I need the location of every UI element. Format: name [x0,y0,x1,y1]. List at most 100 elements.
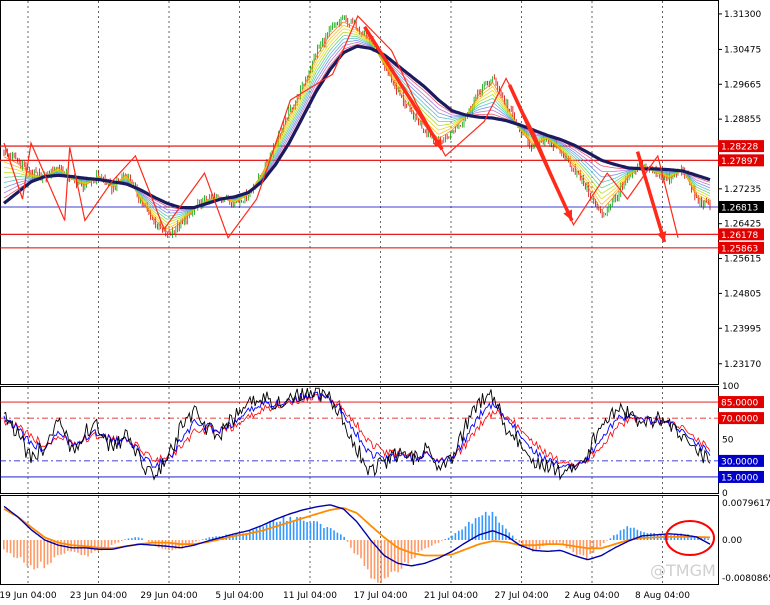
x-axis-labels: 19 Jun 04:00 23 Jun 04:00 29 Jun 04:00 5 Ju… [0,591,690,601]
macd-bar [306,521,308,540]
x-tick-label: 29 Jun 04:00 [140,591,197,601]
x-tick-label: 21 Jul 04:00 [424,591,478,601]
macd-bar [559,540,561,543]
macd-bar [555,540,558,544]
price-tag-label: 30.0000 [721,457,758,467]
macd-bar [259,526,261,540]
macd-bar [124,539,126,540]
macd-bar [626,526,629,540]
price-pane[interactable] [0,0,719,385]
macd-bar [471,523,474,540]
macd-bar [114,540,116,544]
macd-bar [444,539,447,540]
watermark: @TMGM [650,561,716,580]
macd-bar [484,511,487,540]
macd-bar [464,526,467,540]
macd-bar [147,540,150,542]
macd-bar [302,520,305,540]
macd-bar [414,540,416,558]
macd-bar [339,534,342,540]
macd-bar [461,529,463,540]
macd-bar [346,540,349,542]
macd-bar [478,517,480,540]
macd-bar [356,540,359,555]
macd-bar [528,540,531,549]
macd-bar [235,533,238,540]
macd-bar [629,527,632,540]
macd-bar [67,540,69,551]
macd-bar [329,528,332,540]
macd-bar [707,538,709,540]
y-tick-label: 1.27235 [724,185,761,195]
macd-bar [289,516,292,540]
macd-bar [292,520,295,540]
macd-bar [434,540,436,544]
macd-bar [360,540,362,559]
macd-bar [437,540,440,543]
macd-bar [13,540,15,558]
macd-bar [383,540,386,579]
macd-bar [333,530,335,540]
macd-bar [265,524,268,540]
macd-bar [491,511,494,540]
macd-bar [623,529,625,540]
macd-bar [282,516,285,540]
macd-bar [518,540,521,543]
price-tag-label: 1.26813 [721,204,758,214]
macd-bar [110,540,113,545]
macd-bar [410,540,413,560]
macd-tick-label: 0.00 [722,536,742,546]
price-tag-label: 1.26178 [721,231,758,241]
macd-bar [646,533,649,540]
y-tick-label: 1.25615 [724,255,761,265]
trading-chart[interactable]: 1.31300 1.30475 1.29665 1.28855 1.27235 1.264… [0,0,770,605]
stoch-tick-label: 50 [722,436,734,446]
macd-bar [585,540,588,561]
macd-bar [50,540,52,563]
x-tick-label: 19 Jun 04:00 [0,591,57,601]
macd-bar [592,540,595,553]
macd-bar [29,540,32,566]
macd-bar [262,526,265,540]
macd-bar [501,525,504,540]
macd-bar [565,540,568,548]
macd-bar [619,530,622,540]
macd-bar [343,536,345,540]
macd-bar [609,538,612,540]
macd-bar [451,535,453,540]
macd-bar [424,540,426,549]
y-tick-label: 1.23170 [724,360,761,370]
macd-bar [191,540,194,543]
macd-bar [336,532,339,540]
macd-bar [9,540,12,554]
y-tick-label: 1.23995 [724,324,761,334]
x-tick-label: 5 Jul 04:00 [215,591,264,601]
macd-bar [275,522,278,540]
macd-bar [208,537,211,540]
macd-bar [131,538,133,540]
macd-bar [201,539,204,540]
macd-bar [417,540,420,553]
macd-bar [457,530,460,540]
macd-bar [195,540,197,542]
macd-tick-label: 0.0079617 [722,499,770,509]
macd-tick-label: -0.0080865 [722,574,770,584]
macd-bar [141,538,143,540]
macd-bar [16,540,19,559]
macd-bar [255,528,258,540]
macd-bar [26,540,29,567]
macd-bar [326,527,329,540]
y-tick-label: 1.26425 [724,220,761,230]
y-tick-label: 1.28855 [724,115,761,125]
macd-bar [40,540,42,562]
macd-bar [316,521,319,540]
x-tick-label: 2 Aug 04:00 [565,591,620,601]
macd-bar [602,540,605,544]
macd-bar [171,540,174,551]
macd-bar [454,533,457,540]
macd-bar [168,540,170,551]
macd-bar [599,540,602,547]
macd-bar [703,537,706,540]
macd-bar [427,540,430,548]
macd-bar [363,540,366,566]
